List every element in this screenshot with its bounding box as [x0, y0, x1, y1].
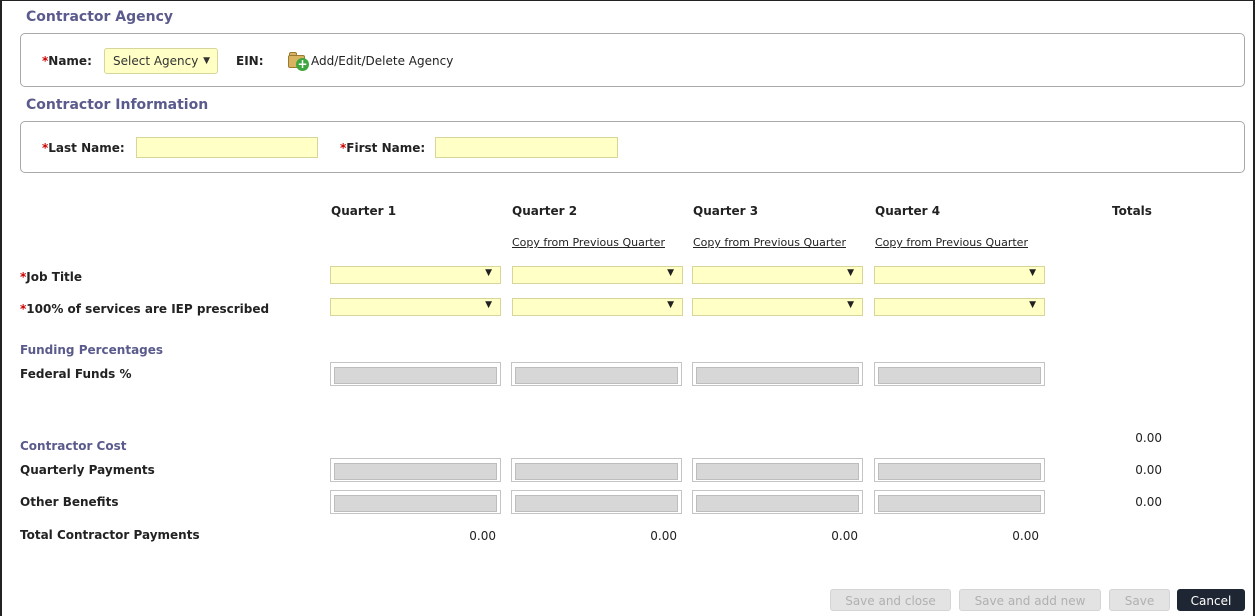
totals-header: Totals — [1112, 204, 1152, 218]
iep-q3-select[interactable]: ▼ — [692, 298, 863, 316]
federal-funds-q4-field — [874, 362, 1045, 386]
iep-q1-select[interactable]: ▼ — [330, 298, 501, 316]
chevron-down-icon: ▼ — [1029, 268, 1036, 278]
chevron-down-icon: ▼ — [847, 300, 854, 310]
quarter-3-header: Quarter 3 — [693, 204, 759, 218]
last-name-label-text: Last Name: — [48, 141, 125, 155]
chevron-down-icon: ▼ — [1029, 300, 1036, 310]
quarterly-payments-q2-field — [511, 458, 682, 482]
iep-prescribed-label-text: 100% of services are IEP prescribed — [26, 302, 270, 316]
agency-name-label-text: Name: — [48, 54, 92, 68]
contractor-cost-heading: Contractor Cost — [20, 439, 127, 453]
other-benefits-total: 0.00 — [1135, 495, 1162, 509]
other-benefits-label: Other Benefits — [20, 495, 119, 509]
chevron-down-icon: ▼ — [203, 56, 210, 66]
total-payments-q3: 0.00 — [831, 529, 858, 543]
quarterly-payments-label: Quarterly Payments — [20, 463, 155, 477]
folder-add-icon: + — [287, 51, 309, 71]
quarterly-payments-total: 0.00 — [1135, 463, 1162, 477]
contractor-agency-title: Contractor Agency — [26, 9, 174, 25]
job-title-q2-select[interactable]: ▼ — [512, 266, 683, 284]
first-name-label-text: First Name: — [346, 141, 426, 155]
add-edit-delete-agency-label: Add/Edit/Delete Agency — [311, 54, 454, 68]
contractor-information-title: Contractor Information — [26, 97, 209, 113]
federal-funds-q3-field — [692, 362, 863, 386]
funding-percentages-heading: Funding Percentages — [20, 343, 164, 357]
total-payments-q2: 0.00 — [650, 529, 677, 543]
federal-funds-q2-field — [511, 362, 682, 386]
cancel-button[interactable]: Cancel — [1177, 589, 1245, 611]
chevron-down-icon: ▼ — [667, 300, 674, 310]
last-name-label: *Last Name: — [42, 141, 125, 155]
job-title-label-text: Job Title — [26, 270, 83, 284]
job-title-q1-select[interactable]: ▼ — [330, 266, 501, 284]
chevron-down-icon: ▼ — [847, 268, 854, 278]
quarter-1-header: Quarter 1 — [331, 204, 397, 218]
save-and-close-button[interactable]: Save and close — [830, 589, 951, 611]
add-edit-delete-agency-link[interactable]: + Add/Edit/Delete Agency — [287, 50, 453, 72]
other-benefits-q3-field — [692, 490, 863, 514]
agency-select-value: Select Agency — [113, 54, 199, 68]
quarter-4-header: Quarter 4 — [875, 204, 941, 218]
total-payments-q4: 0.00 — [1012, 529, 1039, 543]
job-title-q3-select[interactable]: ▼ — [692, 266, 863, 284]
federal-funds-q1-field — [330, 362, 501, 386]
copy-from-previous-quarter-q2-link[interactable]: Copy from Previous Quarter — [512, 236, 665, 249]
save-and-add-new-button[interactable]: Save and add new — [959, 589, 1101, 611]
agency-name-label: *Name: — [42, 54, 92, 68]
other-benefits-q4-field — [874, 490, 1045, 514]
first-name-label: *First Name: — [340, 141, 425, 155]
quarterly-payments-q3-field — [692, 458, 863, 482]
ein-label: EIN: — [236, 54, 264, 68]
agency-select[interactable]: Select Agency ▼ — [104, 48, 218, 74]
chevron-down-icon: ▼ — [485, 300, 492, 310]
iep-q4-select[interactable]: ▼ — [874, 298, 1045, 316]
last-name-input[interactable] — [136, 137, 318, 158]
federal-funds-label: Federal Funds % — [20, 367, 132, 381]
job-title-label: *Job Title — [20, 270, 82, 284]
copy-from-previous-quarter-q4-link[interactable]: Copy from Previous Quarter — [875, 236, 1028, 249]
total-payments-q1: 0.00 — [469, 529, 496, 543]
other-benefits-q1-field — [330, 490, 501, 514]
first-name-input[interactable] — [435, 137, 618, 158]
chevron-down-icon: ▼ — [667, 268, 674, 278]
save-button[interactable]: Save — [1109, 589, 1170, 611]
quarter-2-header: Quarter 2 — [512, 204, 578, 218]
other-benefits-q2-field — [511, 490, 682, 514]
quarterly-payments-q4-field — [874, 458, 1045, 482]
job-title-q4-select[interactable]: ▼ — [874, 266, 1045, 284]
chevron-down-icon: ▼ — [485, 268, 492, 278]
contractor-cost-total: 0.00 — [1135, 431, 1162, 445]
quarterly-payments-q1-field — [330, 458, 501, 482]
iep-q2-select[interactable]: ▼ — [512, 298, 683, 316]
copy-from-previous-quarter-q3-link[interactable]: Copy from Previous Quarter — [693, 236, 846, 249]
iep-prescribed-label: *100% of services are IEP prescribed — [20, 302, 269, 316]
total-contractor-payments-label: Total Contractor Payments — [20, 528, 200, 542]
